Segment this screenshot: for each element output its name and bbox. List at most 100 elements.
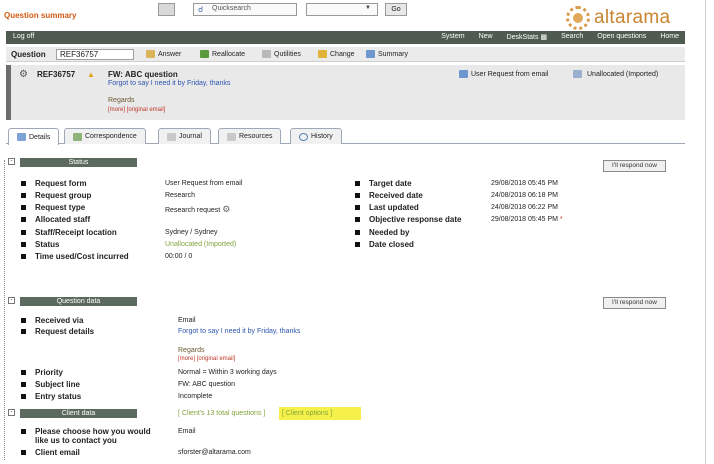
field-value: FW: ABC question: [178, 381, 236, 388]
nav-system[interactable]: System: [441, 33, 464, 41]
go-button[interactable]: Go: [385, 3, 407, 16]
correspondence-icon: [73, 132, 82, 141]
field-value: Research: [165, 192, 195, 199]
answer-button[interactable]: Answer: [146, 50, 181, 58]
main-nav-bar: Log off System New DeskStats ▩ Search Op…: [6, 31, 685, 44]
question-label: Question: [11, 50, 46, 59]
client-questions-link[interactable]: [ Client's 13 total questions ]: [178, 410, 265, 417]
tab-bar: Details Correspondence Journal Resources…: [6, 128, 685, 145]
field-label: Time used/Cost incurred: [21, 252, 129, 261]
tab-details[interactable]: Details: [8, 128, 60, 145]
field-label: Entry status: [20, 392, 82, 401]
summary-button[interactable]: Summary: [366, 50, 408, 58]
field-value: 29/08/2018 05:45 PM: [491, 180, 558, 187]
question-ref-input[interactable]: REF36757: [56, 49, 134, 60]
status-value: Unallocated (Imported): [165, 241, 237, 248]
request-details-text: Forgot to say I need it by Friday, thank…: [178, 328, 301, 335]
resources-icon: [227, 132, 236, 141]
field-label: Target date: [355, 179, 412, 188]
field-value: 29/08/2018 05:45 PM *: [491, 216, 563, 223]
nav-open-questions[interactable]: Open questions: [597, 33, 646, 41]
field-label: Date closed: [355, 240, 414, 249]
nav-search[interactable]: Search: [561, 33, 583, 41]
field-value: Normal = Within 3 working days: [178, 369, 277, 376]
question-excerpt: Forgot to say I need it by Friday, thank…: [108, 80, 231, 87]
field-label: Subject line: [21, 380, 80, 389]
field-label: Staff/Receipt location: [21, 228, 117, 237]
field-label: Allocated staff: [20, 215, 91, 224]
required-asterisk-icon: *: [559, 216, 563, 223]
more-original-email-links[interactable]: [more] [original email]: [108, 107, 165, 113]
field-label: Needed by: [354, 228, 410, 237]
status-section-header: Status: [20, 158, 137, 167]
respond-now-button[interactable]: I'll respond now: [603, 297, 666, 309]
client-data-section-header: Client data: [20, 409, 137, 418]
field-value: Sydney / Sydney: [165, 229, 218, 236]
client-email-value: sforster@altarama.com: [178, 449, 251, 456]
collapse-status-toggle[interactable]: -: [8, 158, 15, 165]
question-data-section-header: Question data: [20, 297, 137, 306]
field-label: Request details: [20, 327, 95, 336]
search-scope-select[interactable]: ▼: [306, 3, 378, 16]
more-original-email-links[interactable]: [more] [original email]: [178, 356, 235, 362]
question-toolbar: Question REF36757 Answer Reallocate Quti…: [6, 47, 685, 62]
sun-logo-icon: [566, 6, 590, 30]
search-icon: ☌: [198, 5, 204, 14]
tab-journal[interactable]: Journal: [158, 128, 211, 144]
qutilities-icon: [262, 50, 271, 58]
logo-text: altarama: [594, 7, 671, 28]
field-label-continued: like us to contact you: [35, 436, 117, 445]
history-search-icon: [299, 132, 308, 141]
reallocate-icon: [200, 50, 209, 58]
field-value: 24/08/2018 06:22 PM: [491, 204, 558, 211]
field-label: Received date: [355, 191, 423, 200]
field-value: Incomplete: [178, 393, 213, 400]
tab-history[interactable]: History: [290, 128, 342, 144]
collapse-question-data-toggle[interactable]: -: [8, 297, 15, 304]
tab-resources[interactable]: Resources: [218, 128, 282, 144]
chevron-down-icon: ▼: [365, 5, 371, 11]
field-label: Priority: [20, 368, 64, 377]
field-value: 24/08/2018 06:18 PM: [491, 192, 558, 199]
altarama-logo: altarama: [566, 6, 670, 30]
qutilities-button[interactable]: Qutilities: [262, 50, 301, 58]
question-summary-panel: ⚙ REF36757 ▲ FW: ABC question Forgot to …: [6, 65, 685, 120]
collapse-client-data-toggle[interactable]: -: [8, 409, 15, 416]
warning-icon: ▲: [87, 70, 95, 79]
field-label: Objective response date: [354, 215, 462, 224]
pencil-icon: [318, 50, 327, 58]
nav-home[interactable]: Home: [660, 33, 679, 41]
summary-icon: [366, 50, 375, 58]
answer-icon: [146, 50, 155, 58]
field-label: Request group: [20, 191, 92, 200]
tab-correspondence[interactable]: Correspondence: [64, 128, 146, 144]
question-ref: REF36757: [37, 70, 76, 79]
allocation-status: Unallocated (Imported): [573, 70, 658, 78]
nav-new[interactable]: New: [479, 33, 493, 41]
field-label: Please choose how you would: [21, 427, 151, 436]
field-label: Request type: [20, 203, 86, 212]
request-source: User Request from email: [459, 70, 548, 78]
client-options-link[interactable]: [ Client options ]: [279, 407, 361, 420]
page-edge: [705, 0, 706, 464]
details-icon: [17, 133, 26, 141]
gear-icon: ⚙: [222, 204, 231, 214]
field-label: Client email: [21, 448, 80, 457]
quicksearch-input[interactable]: ☌ Quicksearch: [193, 3, 297, 16]
field-value: Email: [178, 428, 196, 435]
nav-deskstats[interactable]: DeskStats ▩: [507, 33, 547, 41]
gear-icon[interactable]: ⚙: [19, 69, 28, 80]
page-title: Question summary: [4, 11, 77, 20]
field-label: Last updated: [355, 203, 419, 212]
field-value: User Request from email: [165, 180, 243, 187]
logoff-link[interactable]: Log off: [13, 33, 34, 40]
question-regards: Regards: [108, 97, 135, 104]
form-icon: [459, 70, 468, 78]
change-button[interactable]: Change: [318, 50, 355, 58]
reallocate-button[interactable]: Reallocate: [200, 50, 245, 58]
toolbar-icon-button[interactable]: [158, 3, 175, 16]
field-label: Request form: [21, 179, 87, 188]
respond-now-button[interactable]: I'll respond now: [603, 160, 666, 172]
field-label: Status: [20, 240, 60, 249]
journal-icon: [167, 132, 176, 141]
